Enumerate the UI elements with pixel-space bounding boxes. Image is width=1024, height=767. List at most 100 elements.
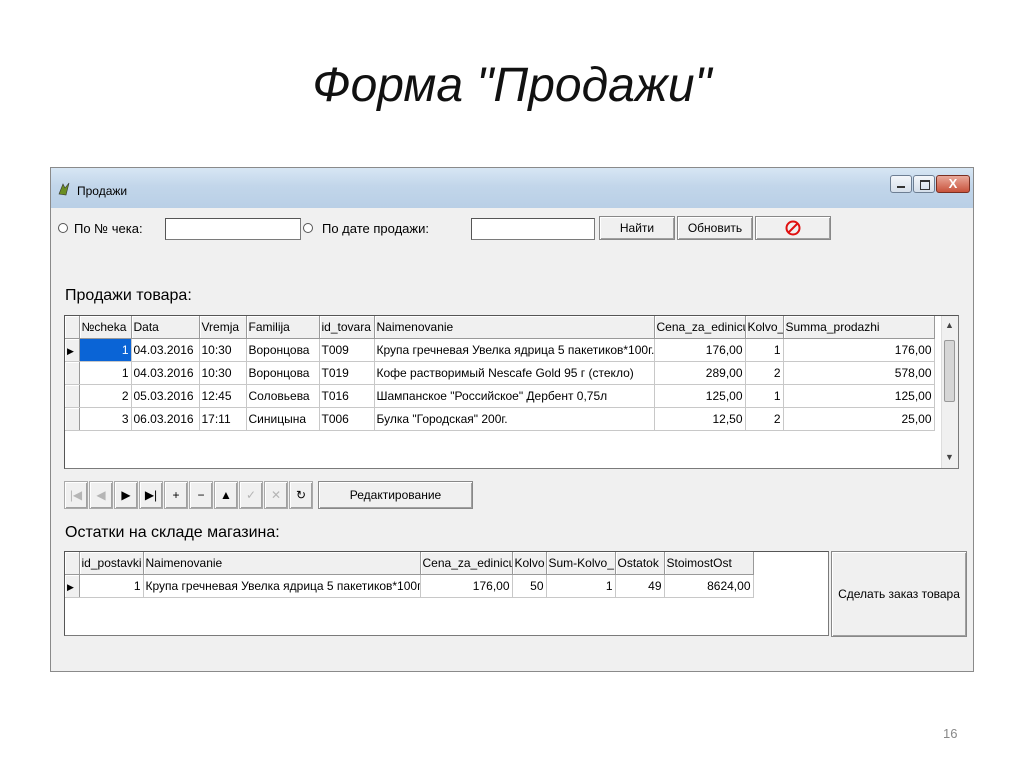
- refresh-data-button[interactable]: ↻: [289, 481, 313, 509]
- stock-column-header[interactable]: Sum-Kolvo_: [546, 552, 616, 575]
- stock-column-header[interactable]: Naimenovanie: [143, 552, 421, 575]
- refresh-button[interactable]: Обновить: [677, 216, 753, 240]
- stock-column-header[interactable]: Ostatok: [615, 552, 665, 575]
- sales-cell[interactable]: Воронцова: [246, 338, 320, 362]
- sales-column-header[interactable]: Naimenovanie: [374, 316, 655, 339]
- stock-cell[interactable]: 1: [546, 574, 616, 598]
- sales-cell[interactable]: 176,00: [654, 338, 746, 362]
- first-record-button[interactable]: |◀: [64, 481, 88, 509]
- row-indicator[interactable]: [65, 384, 80, 408]
- edit-mode-button[interactable]: Редактирование: [318, 481, 473, 509]
- stock-grid[interactable]: id_postavki Naimenovanie Cena_za_edinicu Ko…: [64, 551, 829, 636]
- by-date-radio[interactable]: [303, 223, 313, 233]
- row-indicator[interactable]: ▶: [65, 574, 80, 598]
- sales-column-header[interactable]: Kolvo_: [745, 316, 784, 339]
- sales-cell[interactable]: T016: [319, 384, 375, 408]
- row-indicator[interactable]: ▶: [65, 338, 80, 362]
- sales-table-row[interactable]: 2 05.03.2016 12:45 Соловьева T016 Шампанское …: [65, 384, 935, 408]
- sales-cell[interactable]: 1: [79, 338, 132, 362]
- make-order-button[interactable]: Сделать заказ товара: [831, 551, 967, 637]
- scroll-down-arrow-icon[interactable]: ▼: [945, 452, 954, 462]
- sales-column-header[interactable]: Vremja: [199, 316, 247, 339]
- sales-cell[interactable]: 578,00: [783, 361, 935, 385]
- prior-record-button[interactable]: ◀: [89, 481, 113, 509]
- sales-table-row[interactable]: ▶ 1 04.03.2016 10:30 Воронцова T009 Крупа греч…: [65, 338, 935, 362]
- sales-cell[interactable]: 10:30: [199, 361, 247, 385]
- scroll-up-arrow-icon[interactable]: ▲: [945, 320, 954, 330]
- sales-cell[interactable]: 1: [79, 361, 132, 385]
- sales-cell[interactable]: Соловьева: [246, 384, 320, 408]
- sales-cell[interactable]: 289,00: [654, 361, 746, 385]
- sales-cell[interactable]: 12:45: [199, 384, 247, 408]
- sales-cell[interactable]: 12,50: [654, 407, 746, 431]
- cancel-edit-button[interactable]: ✕: [264, 481, 288, 509]
- minimize-button[interactable]: [890, 175, 912, 193]
- stock-cell[interactable]: 1: [79, 574, 144, 598]
- sales-cell[interactable]: 2: [745, 361, 784, 385]
- sales-column-header[interactable]: Cena_za_edinicu: [654, 316, 746, 339]
- sales-column-header[interactable]: №cheka: [79, 316, 132, 339]
- sales-window: Продажи X По № чека: По дате продажи: На…: [50, 167, 974, 672]
- sales-cell[interactable]: T006: [319, 407, 375, 431]
- sales-cell[interactable]: Булка "Городская" 200г.: [374, 407, 655, 431]
- sales-table-row[interactable]: 1 04.03.2016 10:30 Воронцова T019 Кофе раство…: [65, 361, 935, 385]
- stock-column-header[interactable]: StoimostOst: [664, 552, 754, 575]
- sales-cell[interactable]: 2: [745, 407, 784, 431]
- sales-cell[interactable]: Воронцова: [246, 361, 320, 385]
- sales-cell[interactable]: 10:30: [199, 338, 247, 362]
- by-check-radio[interactable]: [58, 223, 68, 233]
- sales-cell[interactable]: T009: [319, 338, 375, 362]
- stock-cell[interactable]: 8624,00: [664, 574, 754, 598]
- delete-record-button[interactable]: −: [189, 481, 213, 509]
- stock-column-header[interactable]: Kolvo: [512, 552, 547, 575]
- sales-cell[interactable]: 2: [79, 384, 132, 408]
- sales-cell[interactable]: 06.03.2016: [131, 407, 200, 431]
- close-button[interactable]: X: [936, 175, 970, 193]
- post-edit-button[interactable]: ✓: [239, 481, 263, 509]
- edit-record-button[interactable]: ▲: [214, 481, 238, 509]
- next-record-button[interactable]: ▶: [114, 481, 138, 509]
- sales-cell[interactable]: 125,00: [654, 384, 746, 408]
- maximize-button[interactable]: [913, 175, 935, 193]
- sales-cell[interactable]: Синицына: [246, 407, 320, 431]
- sales-cell[interactable]: 125,00: [783, 384, 935, 408]
- sales-column-header[interactable]: Familija: [246, 316, 320, 339]
- sales-cell[interactable]: 176,00: [783, 338, 935, 362]
- sales-cell[interactable]: Кофе растворимый Nescafe Gold 95 г (стек…: [374, 361, 655, 385]
- sales-cell[interactable]: 05.03.2016: [131, 384, 200, 408]
- sales-cell[interactable]: Крупа гречневая Увелка ядрица 5 пакетико…: [374, 338, 655, 362]
- stock-cell[interactable]: 176,00: [420, 574, 513, 598]
- row-indicator[interactable]: [65, 407, 80, 431]
- stock-cell[interactable]: 50: [512, 574, 547, 598]
- insert-record-button[interactable]: +: [164, 481, 188, 509]
- find-button[interactable]: Найти: [599, 216, 675, 240]
- row-indicator[interactable]: [65, 361, 80, 385]
- sales-cell[interactable]: 04.03.2016: [131, 361, 200, 385]
- stock-cell[interactable]: Крупа гречневая Увелка ядрица 5 пакетико…: [143, 574, 421, 598]
- sales-cell[interactable]: 04.03.2016: [131, 338, 200, 362]
- stock-column-header[interactable]: id_postavki: [79, 552, 144, 575]
- sales-cell[interactable]: Шампанское "Российское" Дербент 0,75л: [374, 384, 655, 408]
- sales-grid[interactable]: №cheka Data Vremja Familija id_tovara Naimeno…: [64, 315, 959, 469]
- stock-cell[interactable]: 49: [615, 574, 665, 598]
- scrollbar-thumb[interactable]: [944, 340, 955, 402]
- slide-title: Форма "Продажи": [312, 59, 712, 112]
- sale-date-input[interactable]: [471, 218, 595, 240]
- sales-column-header[interactable]: id_tovara: [319, 316, 375, 339]
- check-number-input[interactable]: [165, 218, 301, 240]
- sales-cell[interactable]: T019: [319, 361, 375, 385]
- sales-cell[interactable]: 25,00: [783, 407, 935, 431]
- sales-cell[interactable]: 1: [745, 338, 784, 362]
- sales-cell[interactable]: 3: [79, 407, 132, 431]
- stock-table-row[interactable]: ▶ 1 Крупа гречневая Увелка ядрица 5 пакети…: [65, 574, 754, 598]
- sales-column-header[interactable]: Data: [131, 316, 200, 339]
- sales-cell[interactable]: 17:11: [199, 407, 247, 431]
- sales-cell[interactable]: 1: [745, 384, 784, 408]
- sales-table-row[interactable]: 3 06.03.2016 17:11 Синицына T006 Булка "Город…: [65, 407, 935, 431]
- stock-column-header[interactable]: Cena_za_edinicu: [420, 552, 513, 575]
- window-titlebar[interactable]: Продажи X: [51, 168, 973, 208]
- sales-vertical-scrollbar[interactable]: ▲ ▼: [941, 316, 958, 468]
- sales-column-header[interactable]: Summa_prodazhi: [783, 316, 935, 339]
- last-record-button[interactable]: ▶|: [139, 481, 163, 509]
- cancel-search-button[interactable]: [755, 216, 831, 240]
